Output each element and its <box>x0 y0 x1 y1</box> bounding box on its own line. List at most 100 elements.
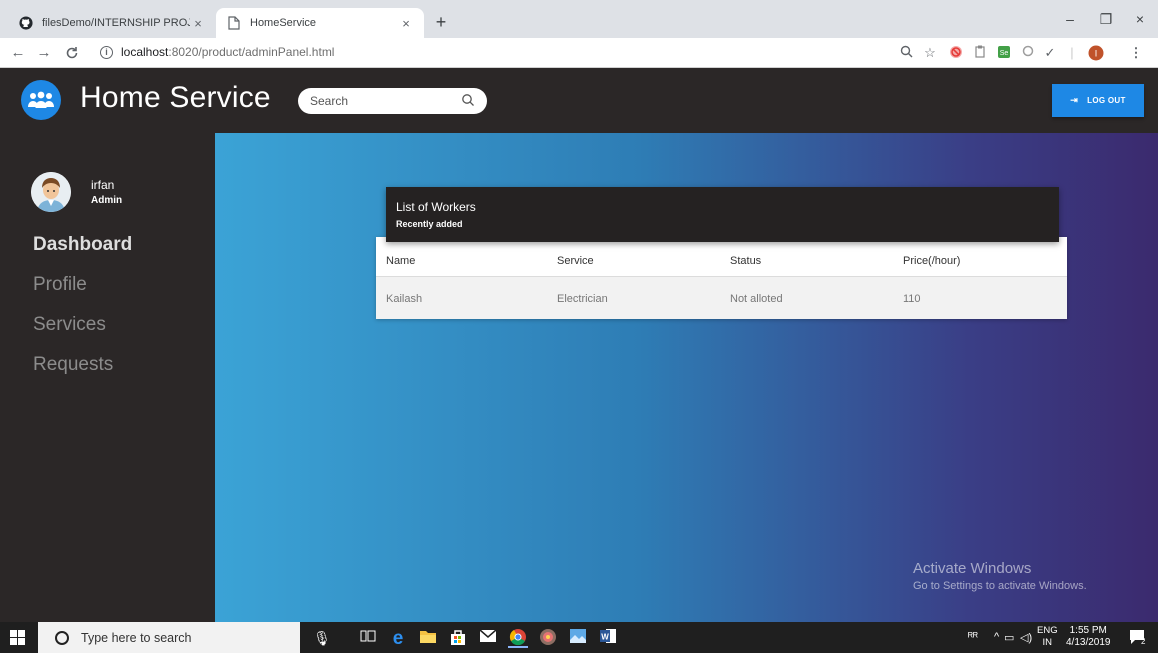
avatar <box>31 172 71 212</box>
sidebar-item-services[interactable]: Services <box>33 313 132 353</box>
github-icon <box>18 15 34 31</box>
workers-card-subtitle: Recently added <box>396 219 463 229</box>
svg-text:W: W <box>601 633 609 642</box>
svg-text:e: e <box>393 628 404 646</box>
close-window-button[interactable]: × <box>1122 8 1158 30</box>
taskbar: Type here to search 🎙 e W ᴿᴿ ^ ▭ ◁) ENG … <box>0 622 1158 653</box>
browser-tabstrip: filesDemo/INTERNSHIP PROJECT × HomeServi… <box>0 0 1158 38</box>
sidebar-nav: Dashboard Profile Services Requests <box>33 233 132 393</box>
word-icon[interactable]: W <box>598 628 618 648</box>
user-info: irfan Admin <box>91 178 122 206</box>
user-panel: irfan Admin <box>31 172 122 212</box>
taskbar-search-text: Type here to search <box>81 630 192 645</box>
chevron-up-icon[interactable]: ^ <box>994 631 999 643</box>
region-code: IN <box>1042 637 1053 648</box>
sidebar-item-profile[interactable]: Profile <box>33 273 132 313</box>
extension-check-icon[interactable]: ✓ <box>1042 45 1058 61</box>
app-header: Home Service ⇥ LOG OUT <box>0 68 1158 133</box>
column-header-service: Service <box>557 255 594 267</box>
cell-status: Not alloted <box>730 293 783 305</box>
taskbar-search[interactable]: Type here to search <box>38 622 300 653</box>
bookmark-star-icon[interactable]: ☆ <box>922 45 938 61</box>
windows-start-icon[interactable] <box>10 630 25 645</box>
svg-text:Se: Se <box>1000 50 1009 57</box>
watermark-subtitle: Go to Settings to activate Windows. <box>913 580 1087 592</box>
column-header-price: Price(/hour) <box>903 255 961 267</box>
url-host: localhost <box>121 45 169 59</box>
cell-price: 110 <box>903 293 921 305</box>
logout-button[interactable]: ⇥ LOG OUT <box>1052 84 1144 117</box>
user-role: Admin <box>91 195 123 206</box>
photos-icon[interactable] <box>568 628 588 648</box>
workers-card-header: List of Workers Recently added <box>386 187 1059 242</box>
restore-button[interactable]: ❐ <box>1088 8 1124 30</box>
battery-icon[interactable]: ▭ <box>1004 631 1014 644</box>
cell-service: Electrician <box>557 293 608 305</box>
store-icon[interactable] <box>448 628 468 648</box>
people-icon[interactable]: ᴿᴿ <box>968 631 978 643</box>
language-code: ENG <box>1037 625 1058 636</box>
address-bar[interactable]: i localhost:8020/product/adminPanel.html <box>100 45 334 59</box>
tab-homeservice[interactable]: HomeService × <box>216 8 424 38</box>
toolbar-divider: | <box>1070 45 1074 60</box>
language-indicator[interactable]: ENG IN <box>1037 625 1058 649</box>
forward-arrow-icon[interactable]: → <box>34 44 54 62</box>
mail-icon[interactable] <box>478 628 498 648</box>
column-header-name: Name <box>386 255 416 267</box>
notification-count: 2 <box>1141 637 1146 646</box>
reload-icon[interactable] <box>62 44 82 62</box>
logout-label: LOG OUT <box>1087 96 1126 105</box>
logo-icon[interactable] <box>21 80 61 120</box>
search-input[interactable] <box>310 92 450 110</box>
zoom-icon[interactable] <box>898 45 914 61</box>
search-icon[interactable] <box>461 93 477 109</box>
workers-card: List of Workers Recently added Name Serv… <box>376 187 1067 319</box>
extension-circle-icon[interactable] <box>1020 45 1036 61</box>
logout-icon: ⇥ <box>1070 95 1079 105</box>
clock-date: 4/13/2019 <box>1066 637 1111 648</box>
tab-title: filesDemo/INTERNSHIP PROJECT <box>42 17 190 29</box>
activation-watermark: Activate Windows Go to Settings to activ… <box>913 560 1087 592</box>
menu-kebab-icon[interactable]: ⋮ <box>1128 45 1144 61</box>
minimize-button[interactable]: – <box>1052 8 1088 30</box>
profile-initial: I <box>1095 49 1098 59</box>
info-icon[interactable]: i <box>100 45 113 59</box>
brand-title[interactable]: Home Service <box>80 81 271 115</box>
table-header: Name Service Status Price(/hour) <box>376 247 1067 277</box>
column-header-status: Status <box>730 255 762 267</box>
cell-name: Kailash <box>386 293 423 305</box>
main-content: List of Workers Recently added Name Serv… <box>215 133 1158 622</box>
new-tab-button[interactable]: + <box>430 12 452 33</box>
task-view-icon[interactable] <box>358 628 378 648</box>
chrome-icon[interactable] <box>508 628 528 648</box>
watermark-title: Activate Windows <box>913 560 1032 577</box>
taskbar-clock[interactable]: 1:55 PM 4/13/2019 <box>1066 625 1111 649</box>
tab-title: HomeService <box>250 17 317 29</box>
app-emblem-icon[interactable] <box>538 628 558 648</box>
url-path: :8020/product/adminPanel.html <box>168 45 335 59</box>
tab-close-icon[interactable]: × <box>398 16 414 31</box>
extension-clip-icon[interactable] <box>972 45 988 61</box>
cortana-icon <box>55 630 69 645</box>
user-name: irfan <box>91 178 115 192</box>
search-box <box>298 88 487 114</box>
browser-toolbar: ← → i localhost:8020/product/adminPanel.… <box>0 38 1158 68</box>
profile-avatar[interactable]: I <box>1088 45 1104 61</box>
volume-icon[interactable]: ◁) <box>1020 631 1032 644</box>
tab-close-icon[interactable]: × <box>190 16 206 31</box>
back-arrow-icon[interactable]: ← <box>8 44 28 62</box>
sidebar-item-dashboard[interactable]: Dashboard <box>33 233 132 273</box>
clock-time: 1:55 PM <box>1069 625 1107 636</box>
file-explorer-icon[interactable] <box>418 628 438 648</box>
extension-selenium-icon[interactable]: Se <box>996 45 1012 61</box>
notification-icon[interactable]: 2 <box>1128 628 1146 649</box>
edge-icon[interactable]: e <box>388 628 408 649</box>
sidebar-item-requests[interactable]: Requests <box>33 353 132 393</box>
extension-block-icon[interactable] <box>948 45 964 61</box>
sidebar: irfan Admin Dashboard Profile Services R… <box>0 133 215 622</box>
microphone-icon[interactable]: 🎙 <box>312 628 332 648</box>
workers-card-title: List of Workers <box>396 200 476 214</box>
tab-github[interactable]: filesDemo/INTERNSHIP PROJECT × <box>8 8 216 38</box>
table-row[interactable]: Kailash Electrician Not alloted 110 <box>376 277 1067 319</box>
page-icon <box>226 15 242 31</box>
